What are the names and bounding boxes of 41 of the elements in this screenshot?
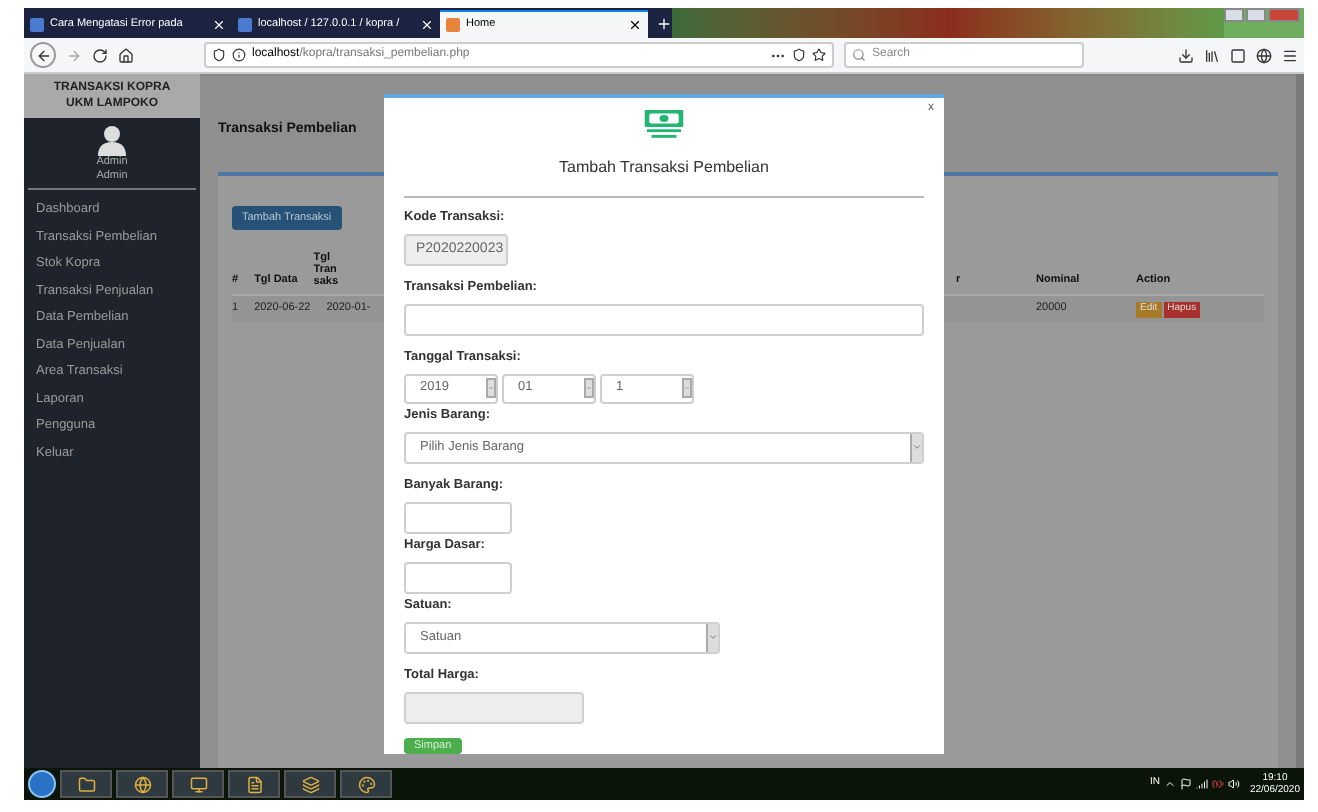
- site-icon: [30, 17, 44, 31]
- taskbar-app-icon[interactable]: [340, 770, 392, 798]
- menu-icon[interactable]: [1282, 47, 1298, 63]
- back-arrow-icon: [35, 47, 51, 63]
- text-field[interactable]: [404, 691, 584, 724]
- text-field[interactable]: [404, 561, 512, 594]
- download-icon[interactable]: [1178, 47, 1194, 63]
- taskbar-app-icon[interactable]: [60, 770, 112, 798]
- caret-icon: [706, 623, 718, 652]
- sidebar-icon[interactable]: [1230, 47, 1246, 63]
- text-field[interactable]: [404, 501, 512, 534]
- modal-title: Tambah Transaksi Pembelian: [559, 155, 769, 180]
- maximize-button[interactable]: [1246, 8, 1266, 22]
- start-button[interactable]: [28, 770, 56, 798]
- search-icon: [852, 48, 866, 62]
- library-icon[interactable]: [1204, 47, 1220, 63]
- taskbar-app-icon[interactable]: [228, 770, 280, 798]
- taskbar-app-icon[interactable]: [116, 770, 168, 798]
- caret-icon: [682, 378, 692, 399]
- caret-icon: [584, 378, 594, 399]
- reload-icon[interactable]: [92, 47, 108, 63]
- minimize-button[interactable]: [1224, 8, 1244, 22]
- site-icon: [238, 17, 252, 31]
- caret-icon: [486, 378, 496, 399]
- taskbar-app-icon[interactable]: [172, 770, 224, 798]
- signal-icon[interactable]: [1195, 778, 1208, 790]
- shield-icon: [212, 48, 226, 62]
- flag-icon[interactable]: [1179, 778, 1192, 790]
- caret-icon: [910, 433, 922, 462]
- star-icon[interactable]: [812, 48, 826, 62]
- volume-icon[interactable]: [1227, 778, 1240, 790]
- site-icon: [446, 18, 460, 32]
- text-field[interactable]: [404, 303, 924, 336]
- account-icon[interactable]: [1256, 47, 1272, 63]
- home-icon[interactable]: [118, 47, 134, 63]
- user-silhouette-icon: [98, 124, 126, 156]
- taskbar-app-icon[interactable]: [284, 770, 336, 798]
- info-icon: [232, 48, 246, 62]
- back-button[interactable]: [30, 42, 56, 68]
- close-icon[interactable]: [628, 18, 642, 32]
- new-tab-icon[interactable]: [656, 16, 672, 32]
